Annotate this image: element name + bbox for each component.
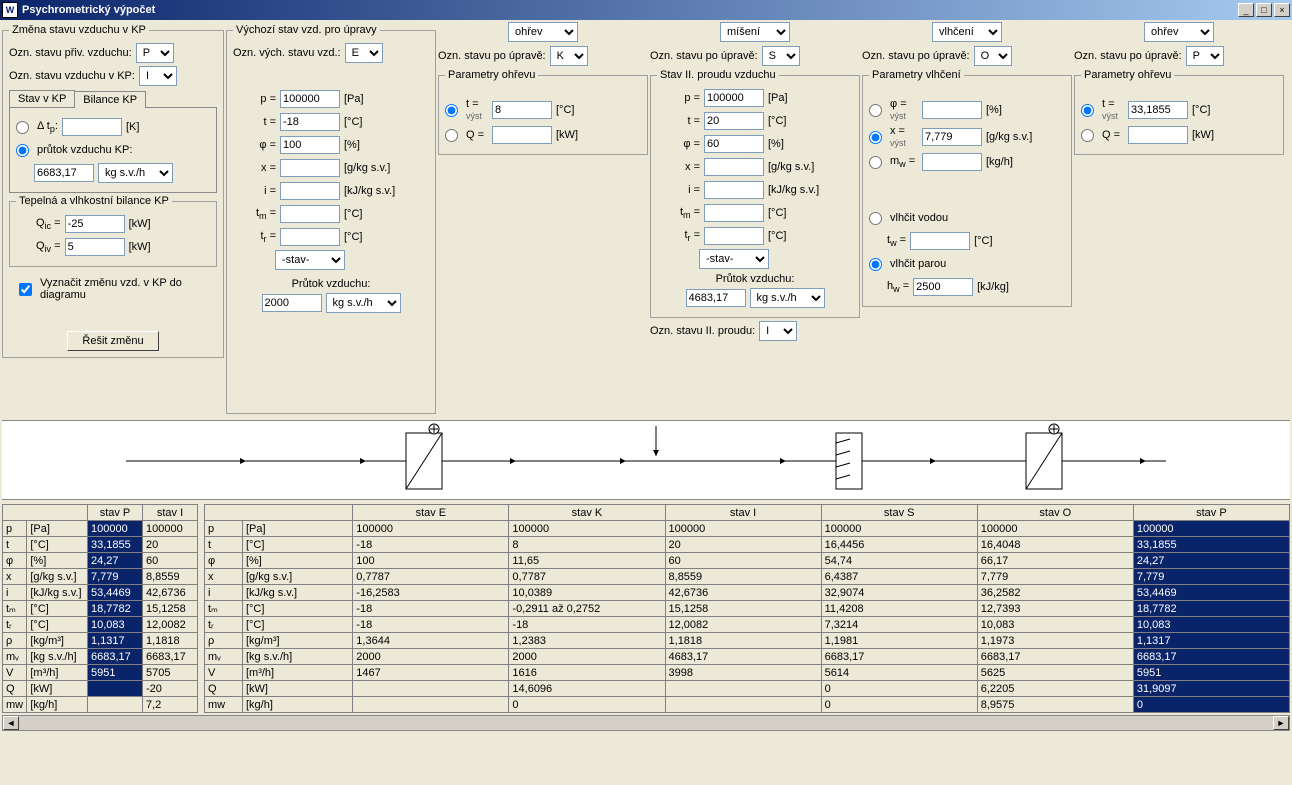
proud2-select[interactable]: I <box>759 321 797 341</box>
app-icon: W <box>2 2 18 18</box>
close-button[interactable]: × <box>1274 3 1290 17</box>
resit-button[interactable]: Řešit změnu <box>67 331 158 351</box>
tab-bilance-kp[interactable]: Bilance KP <box>74 91 146 108</box>
tm-e-input[interactable] <box>280 205 340 223</box>
o-select[interactable]: O <box>974 46 1012 66</box>
prutok-m-unit[interactable]: kg s.v./h <box>750 288 825 308</box>
vl-vodou-radio[interactable] <box>869 212 882 225</box>
prutok-radio[interactable] <box>16 144 29 157</box>
p2-select[interactable]: P <box>1186 46 1224 66</box>
flow-diagram <box>2 420 1290 500</box>
t-e-input[interactable] <box>280 113 340 131</box>
tr-e-input[interactable] <box>280 228 340 246</box>
vl-mw-input[interactable] <box>922 153 982 171</box>
ohrev1-t-radio[interactable] <box>445 104 458 117</box>
stav-m-select[interactable]: -stav- <box>699 249 769 269</box>
op5-select[interactable]: vlhčení <box>932 22 1002 42</box>
dt-radio[interactable] <box>16 121 29 134</box>
ohrev1-q-radio[interactable] <box>445 129 458 142</box>
window-title: Psychrometrický výpočet <box>22 4 1238 16</box>
s-select[interactable]: S <box>762 46 800 66</box>
prutok-input[interactable] <box>34 164 94 182</box>
x-e-input[interactable] <box>280 159 340 177</box>
zmena-stavu-fieldset: Změna stavu vzduchu v KP Ozn. stavu přiv… <box>2 24 224 358</box>
e-select[interactable]: E <box>345 43 383 63</box>
bilance-fieldset: Tepelná a vlhkostní bilance KP Qic = [kW… <box>9 195 217 267</box>
scroll-right-icon[interactable]: ► <box>1273 716 1289 730</box>
i-e-input[interactable] <box>280 182 340 200</box>
maximize-button[interactable]: □ <box>1256 3 1272 17</box>
hscrollbar[interactable]: ◄ ► <box>2 715 1290 731</box>
scroll-left-icon[interactable]: ◄ <box>3 716 19 730</box>
prutok-m-input[interactable] <box>686 289 746 307</box>
ozn-kp-label: Ozn. stavu vzduchu v KP: <box>9 70 135 82</box>
prutok-e-input[interactable] <box>262 294 322 312</box>
zmena-stavu-legend: Změna stavu vzduchu v KP <box>9 24 149 36</box>
prutok-e-unit[interactable]: kg s.v./h <box>326 293 401 313</box>
vyznacit-check[interactable] <box>19 283 32 296</box>
tr-m-input[interactable] <box>704 227 764 245</box>
x-m-input[interactable] <box>704 158 764 176</box>
op4-select[interactable]: míšení <box>720 22 790 42</box>
ohrev2-q-input[interactable] <box>1128 126 1188 144</box>
tab-stav-kp[interactable]: Stav v KP <box>9 90 75 107</box>
k-select[interactable]: K <box>550 46 588 66</box>
qic-input[interactable] <box>65 215 125 233</box>
ozn-priv-select[interactable]: P <box>136 43 174 63</box>
vl-x-input[interactable] <box>922 128 982 146</box>
p-m-input[interactable] <box>704 89 764 107</box>
i-m-input[interactable] <box>704 181 764 199</box>
ohrev1-fieldset: Parametry ohřevu t =výst [°C] Q = [kW] <box>438 69 648 155</box>
ohrev2-t-radio[interactable] <box>1081 104 1094 117</box>
op6-select[interactable]: ohřev <box>1144 22 1214 42</box>
op3-select[interactable]: ohřev <box>508 22 578 42</box>
vl-parou-radio[interactable] <box>869 258 882 271</box>
vl-x-radio[interactable] <box>869 131 882 144</box>
ohrev2-q-radio[interactable] <box>1081 129 1094 142</box>
vl-phi-radio[interactable] <box>869 104 882 117</box>
dt-input[interactable] <box>62 118 122 136</box>
vl-mw-radio[interactable] <box>869 156 882 169</box>
phi-e-input[interactable] <box>280 136 340 154</box>
prutok-unit-select[interactable]: kg s.v./h <box>98 163 173 183</box>
t-m-input[interactable] <box>704 112 764 130</box>
vl-hw-input[interactable] <box>913 278 973 296</box>
tm-m-input[interactable] <box>704 204 764 222</box>
p-input[interactable] <box>280 90 340 108</box>
vychozi-fieldset: Výchozí stav vzd. pro úpravy Ozn. vých. … <box>226 24 436 414</box>
ozn-priv-label: Ozn. stavu přiv. vzduchu: <box>9 47 132 59</box>
titlebar: W Psychrometrický výpočet _ □ × <box>0 0 1292 20</box>
qiv-input[interactable] <box>65 238 125 256</box>
ohrev2-t-input[interactable] <box>1128 101 1188 119</box>
phi-m-input[interactable] <box>704 135 764 153</box>
stav-e-select[interactable]: -stav- <box>275 250 345 270</box>
vl-phi-input[interactable] <box>922 101 982 119</box>
ozn-kp-select[interactable]: I <box>139 66 177 86</box>
ohrev2-fieldset: Parametry ohřevu t =výst[°C] Q =[kW] <box>1074 69 1284 155</box>
miseni-fieldset: Stav II. proudu vzduchu p =[Pa] t =[°C] … <box>650 69 860 318</box>
ohrev1-t-input[interactable] <box>492 101 552 119</box>
table-left: stav Pstav Ip[Pa]100000100000t[°C]33,185… <box>2 504 198 713</box>
minimize-button[interactable]: _ <box>1238 3 1254 17</box>
vl-tw-input[interactable] <box>910 232 970 250</box>
vlhceni-fieldset: Parametry vlhčení φ =výst[%] x =výst[g/k… <box>862 69 1072 307</box>
table-right: stav Estav Kstav Istav Sstav Ostav Pp[Pa… <box>204 504 1290 713</box>
ohrev1-q-input[interactable] <box>492 126 552 144</box>
